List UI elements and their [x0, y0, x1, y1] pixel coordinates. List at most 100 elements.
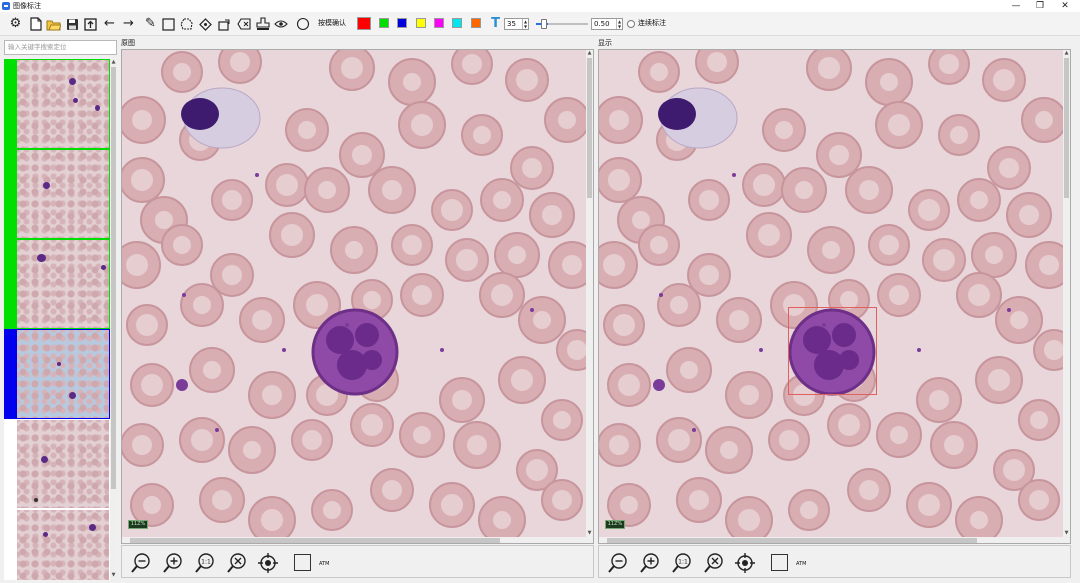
scrollbar-thumb[interactable]: [587, 58, 592, 198]
new-file-icon[interactable]: [27, 16, 44, 32]
rectangle-icon[interactable]: [160, 16, 177, 32]
color-swatch-orange[interactable]: [471, 18, 481, 28]
rotate-icon[interactable]: [216, 16, 233, 32]
continuous-radio[interactable]: [627, 20, 635, 28]
thumbnail-image: [16, 329, 110, 419]
locate-target-icon[interactable]: [734, 552, 756, 574]
locate-target-icon[interactable]: [257, 552, 279, 574]
spin-arrows-icon[interactable]: ▲ ▼: [616, 19, 622, 29]
color-swatch-magenta[interactable]: [434, 18, 444, 28]
pencil-icon[interactable]: ✎: [142, 16, 159, 32]
thumbnail-image: [17, 420, 109, 508]
display-zoom-bar: 1:1 ATM: [598, 545, 1071, 578]
export-icon[interactable]: [82, 16, 99, 32]
circle-tool-icon[interactable]: [294, 16, 311, 32]
blood-smear-image: [122, 50, 593, 543]
fit-label: ATM: [796, 561, 807, 567]
scroll-up-icon[interactable]: ▲: [1063, 50, 1070, 57]
zoom-in-icon[interactable]: [162, 552, 184, 574]
zoom-reset-icon[interactable]: [703, 552, 725, 574]
blood-smear-image: [599, 50, 1070, 543]
color-swatch-cyan[interactable]: [452, 18, 462, 28]
status-bar: [4, 329, 16, 419]
font-size-value: 35: [507, 20, 516, 28]
scrollbar-thumb[interactable]: [607, 538, 977, 543]
vertical-scrollbar[interactable]: ▲ ▼: [586, 50, 593, 538]
thumbnail-item[interactable]: [4, 149, 110, 239]
thumbnail-item[interactable]: [4, 419, 110, 509]
app-icon: [2, 2, 10, 10]
svg-text:1:1: 1:1: [678, 559, 688, 566]
thumbnail-list: ▲ ▼: [4, 59, 117, 580]
scrollbar-thumb[interactable]: [130, 538, 500, 543]
fit-checkbox[interactable]: [771, 554, 788, 571]
original-image-view[interactable]: 11Z% ▲ ▼: [121, 49, 594, 544]
thumbnail-item[interactable]: [4, 329, 110, 419]
toolbar: ⚙ ← → ✎ 按模确认 T 35 ▲ ▼ 0.50 ▲ ▼ 连续标注: [0, 12, 1080, 36]
scroll-down-icon[interactable]: ▼: [1063, 530, 1070, 537]
opacity-value: 0.50: [594, 20, 610, 28]
fit-checkbox[interactable]: [294, 554, 311, 571]
search-input[interactable]: 输入关键字搜索定位: [4, 40, 117, 55]
fit-label: ATM: [319, 561, 330, 567]
eraser-icon[interactable]: [235, 16, 252, 32]
scrollbar-thumb[interactable]: [111, 67, 116, 489]
horizontal-scrollbar[interactable]: [599, 537, 1070, 543]
display-image-view[interactable]: 11Z% ▲ ▼: [598, 49, 1071, 544]
redo-arrow-icon[interactable]: →: [120, 16, 137, 32]
color-swatch-green[interactable]: [379, 18, 389, 28]
thumbnail-item[interactable]: [4, 509, 110, 580]
minimize-button[interactable]: —: [1005, 0, 1027, 12]
title-bar: 图像标注 — ❐ ✕: [0, 0, 1080, 12]
thumbnail-item[interactable]: [4, 239, 110, 329]
zoom-reset-icon[interactable]: [226, 552, 248, 574]
status-bar: [4, 509, 16, 580]
undo-arrow-icon[interactable]: ←: [101, 16, 118, 32]
thumbnail-item[interactable]: [4, 59, 110, 149]
opacity-slider-handle[interactable]: [541, 19, 548, 29]
scroll-up-icon[interactable]: ▲: [586, 50, 593, 57]
zoom-out-icon[interactable]: [130, 552, 152, 574]
continuous-label[interactable]: 连续标注: [638, 19, 666, 28]
scale-indicator: 11Z%: [128, 520, 148, 529]
font-size-spinbox[interactable]: 35 ▲ ▼: [504, 18, 529, 30]
eye-icon[interactable]: [272, 16, 289, 32]
horizontal-scrollbar[interactable]: [122, 537, 593, 543]
thumbnail-image: [16, 59, 110, 149]
scroll-down-icon[interactable]: ▼: [110, 572, 117, 579]
open-folder-icon[interactable]: [45, 16, 62, 32]
save-icon[interactable]: [64, 16, 81, 32]
scroll-down-icon[interactable]: ▼: [586, 530, 593, 537]
status-bar: [4, 419, 16, 509]
opacity-spinbox[interactable]: 0.50 ▲ ▼: [591, 18, 623, 30]
close-button[interactable]: ✕: [1054, 0, 1076, 12]
display-panel-label: 显示: [598, 39, 612, 47]
diamond-icon[interactable]: [197, 16, 214, 32]
zoom-out-icon[interactable]: [607, 552, 629, 574]
vertical-scrollbar[interactable]: ▲ ▼: [1063, 50, 1070, 538]
gear-icon[interactable]: ⚙: [7, 16, 24, 32]
status-bar: [4, 149, 16, 239]
scroll-up-icon[interactable]: ▲: [110, 59, 117, 66]
thumbnail-image: [17, 510, 109, 580]
restore-button[interactable]: ❐: [1029, 0, 1051, 12]
status-bar: [4, 239, 16, 329]
color-swatch-red[interactable]: [357, 17, 371, 30]
thumbnail-scrollbar[interactable]: ▲ ▼: [110, 59, 117, 580]
thumbnail-image: [16, 239, 110, 329]
svg-text:1:1: 1:1: [201, 559, 211, 566]
template-confirm-button[interactable]: 按模确认: [318, 19, 346, 28]
zoom-in-icon[interactable]: [639, 552, 661, 574]
zoom-actual-size-icon[interactable]: 1:1: [194, 552, 216, 574]
window-title: 图像标注: [13, 2, 41, 10]
spin-arrows-icon[interactable]: ▲ ▼: [522, 19, 528, 29]
annotation-box[interactable]: [788, 307, 877, 395]
color-swatch-blue[interactable]: [397, 18, 407, 28]
color-swatch-yellow[interactable]: [416, 18, 426, 28]
scrollbar-thumb[interactable]: [1064, 58, 1069, 198]
scale-indicator: 11Z%: [605, 520, 625, 529]
zoom-actual-size-icon[interactable]: 1:1: [671, 552, 693, 574]
text-tool-icon[interactable]: T: [487, 16, 504, 32]
stamp-icon[interactable]: [254, 16, 271, 32]
polygon-icon[interactable]: [178, 16, 195, 32]
